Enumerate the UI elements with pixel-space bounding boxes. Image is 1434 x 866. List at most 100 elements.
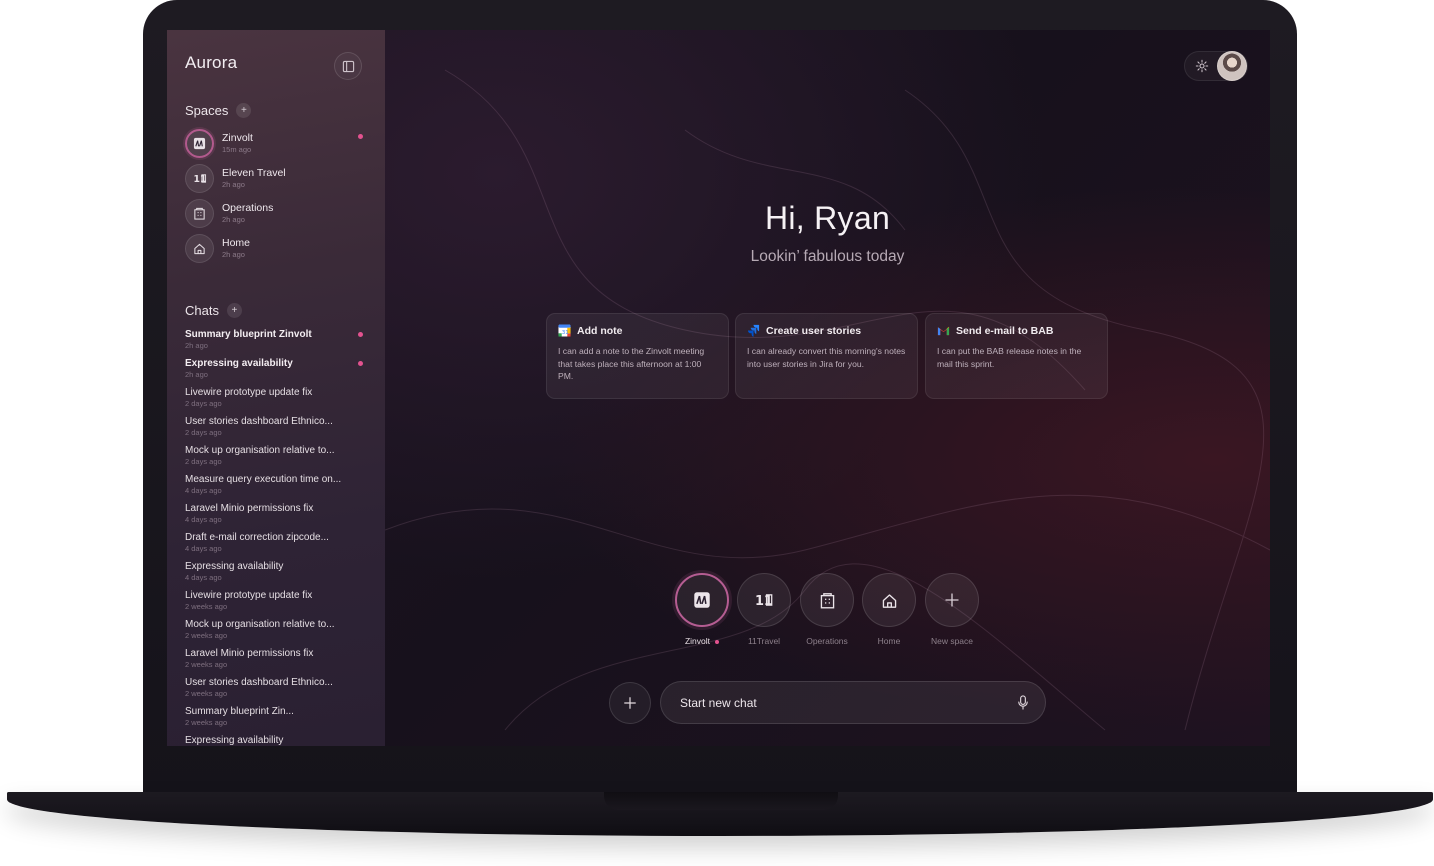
card-title: Add note bbox=[577, 324, 623, 337]
chat-list-item[interactable]: Draft e-mail correction zipcode... 4 day… bbox=[185, 531, 365, 554]
unread-dot bbox=[358, 332, 363, 337]
chat-title: Summary blueprint Zinvolt bbox=[185, 329, 312, 340]
app-screen: Aurora Spaces + Zinvolt 15m ago 11 Eleve… bbox=[167, 30, 1270, 746]
unread-dot bbox=[715, 639, 720, 644]
chat-time: 2h ago bbox=[185, 370, 208, 379]
chat-list-item[interactable]: Expressing availability 4 days ago bbox=[185, 560, 365, 583]
laptop-notch bbox=[604, 792, 838, 810]
chat-list-item[interactable]: Laravel Minio permissions fix 4 days ago bbox=[185, 502, 365, 525]
chat-list-item[interactable]: Summary blueprint Zinvolt 2h ago bbox=[185, 328, 365, 351]
sidebar-space-eleven-travel[interactable]: 11 Eleven Travel 2h ago bbox=[185, 163, 365, 193]
home-icon bbox=[185, 233, 214, 263]
chat-title: Expressing availability bbox=[185, 735, 284, 746]
chat-time: 2 weeks ago bbox=[185, 718, 228, 727]
chat-time: 2 days ago bbox=[185, 428, 222, 437]
chat-list-item[interactable]: Summary blueprint Zin... 2 weeks ago bbox=[185, 705, 365, 728]
building-icon bbox=[185, 198, 214, 228]
chat-time: 4 days ago bbox=[185, 573, 222, 582]
suggestion-card-create-user-stories[interactable]: Create user stories I can already conver… bbox=[735, 313, 918, 399]
chat-time: 4 days ago bbox=[185, 486, 222, 495]
chat-title: Expressing availability bbox=[185, 561, 284, 572]
svg-text:31: 31 bbox=[562, 330, 570, 336]
chat-list-item[interactable]: Measure query execution time on... 4 day… bbox=[185, 473, 365, 496]
new-space-button[interactable] bbox=[925, 573, 979, 627]
card-description: I can already convert this morning's not… bbox=[747, 346, 906, 369]
chat-title: Summary blueprint Zin... bbox=[185, 706, 294, 717]
space-bubble-home[interactable] bbox=[862, 573, 916, 627]
eleven-travel-icon: 11 bbox=[185, 163, 214, 193]
chat-time: 2 weeks ago bbox=[185, 602, 228, 611]
space-name: Eleven Travel bbox=[222, 166, 286, 179]
google-calendar-icon: 31 bbox=[558, 324, 571, 337]
zinvolt-icon bbox=[185, 128, 214, 158]
space-name: Zinvolt bbox=[222, 131, 253, 144]
app-brand: Aurora bbox=[185, 53, 238, 72]
gmail-icon bbox=[937, 326, 950, 336]
chat-list-item[interactable]: Livewire prototype update fix 2 days ago bbox=[185, 386, 365, 409]
suggestion-card-send-email[interactable]: Send e-mail to BAB I can put the BAB rel… bbox=[925, 313, 1108, 399]
spaces-heading: Spaces bbox=[185, 103, 229, 118]
chat-list-item[interactable]: User stories dashboard Ethnico... 2 days… bbox=[185, 415, 365, 438]
sidebar-space-home[interactable]: Home 2h ago bbox=[185, 233, 365, 263]
space-bubble-label: New space bbox=[930, 636, 974, 646]
sidebar-space-operations[interactable]: Operations 2h ago bbox=[185, 198, 365, 228]
plus-icon bbox=[945, 593, 959, 607]
chat-title: Mock up organisation relative to... bbox=[185, 445, 335, 456]
space-time: 2h ago bbox=[222, 249, 245, 259]
gear-icon bbox=[1195, 59, 1209, 73]
greeting-title: Hi, Ryan bbox=[764, 200, 891, 236]
plus-icon bbox=[624, 697, 636, 709]
sidebar-toggle-button[interactable] bbox=[334, 52, 362, 80]
home-icon bbox=[882, 593, 896, 608]
spaces-heading-row: Spaces + bbox=[185, 103, 252, 118]
attach-button[interactable] bbox=[609, 682, 651, 724]
space-bubble-11travel[interactable]: 11 bbox=[737, 573, 791, 627]
sidebar-space-zinvolt[interactable]: Zinvolt 15m ago bbox=[185, 128, 365, 158]
chat-list-item[interactable]: Mock up organisation relative to... 2 da… bbox=[185, 444, 365, 467]
add-space-button[interactable]: + bbox=[236, 103, 252, 118]
chat-time: 2 days ago bbox=[185, 457, 222, 466]
space-name: Home bbox=[222, 236, 251, 249]
zinvolt-icon bbox=[694, 592, 710, 608]
card-description: I can add a note to the Zinvolt meeting … bbox=[558, 346, 705, 381]
user-avatar[interactable] bbox=[1217, 51, 1247, 81]
chat-title: User stories dashboard Ethnico... bbox=[185, 416, 333, 427]
voice-input-button[interactable] bbox=[1015, 695, 1031, 711]
chat-list-item[interactable]: Expressing availability 2h ago bbox=[185, 357, 365, 380]
chat-list-item[interactable]: Livewire prototype update fix 2 weeks ag… bbox=[185, 589, 365, 612]
space-bubble-zinvolt[interactable] bbox=[675, 573, 729, 627]
chat-time: 2 weeks ago bbox=[185, 689, 228, 698]
account-controls bbox=[1184, 51, 1248, 81]
sidebar: Aurora Spaces + Zinvolt 15m ago 11 Eleve… bbox=[167, 30, 385, 746]
greeting-subtitle: Lookin’ fabulous today bbox=[750, 248, 905, 265]
chat-title: Expressing availability bbox=[185, 358, 293, 369]
microphone-icon bbox=[1018, 695, 1028, 710]
chat-list-item[interactable]: Mock up organisation relative to... 2 we… bbox=[185, 618, 365, 641]
space-bubble-operations[interactable] bbox=[800, 573, 854, 627]
chat-title: Livewire prototype update fix bbox=[185, 387, 313, 398]
settings-button[interactable] bbox=[1193, 57, 1211, 75]
chat-title: Livewire prototype update fix bbox=[185, 590, 313, 601]
svg-text:11: 11 bbox=[755, 594, 773, 609]
suggestion-card-add-note[interactable]: 31 Add note I can add a note to the Zinv… bbox=[546, 313, 729, 399]
building-icon bbox=[820, 592, 834, 608]
chat-title: Laravel Minio permissions fix bbox=[185, 503, 314, 514]
chat-time: 2 days ago bbox=[185, 399, 222, 408]
unread-dot bbox=[358, 361, 363, 366]
add-chat-button[interactable]: + bbox=[226, 303, 242, 318]
card-title: Send e-mail to BAB bbox=[956, 324, 1054, 337]
chat-list-item[interactable]: Laravel Minio permissions fix 2 weeks ag… bbox=[185, 647, 365, 670]
chat-list-item[interactable]: Expressing availability bbox=[185, 734, 365, 746]
space-time: 2h ago bbox=[222, 214, 245, 224]
chat-time: 2 weeks ago bbox=[185, 660, 228, 669]
chat-time: 4 days ago bbox=[185, 515, 222, 524]
chat-title: Draft e-mail correction zipcode... bbox=[185, 532, 329, 543]
eleven-travel-icon: 11 bbox=[755, 594, 773, 609]
new-chat-input[interactable] bbox=[680, 695, 1015, 710]
chat-list-item[interactable]: User stories dashboard Ethnico... 2 week… bbox=[185, 676, 365, 699]
sidebar-panel-icon bbox=[342, 60, 354, 72]
card-title: Create user stories bbox=[766, 324, 862, 337]
card-description: I can put the BAB release notes in the m… bbox=[937, 346, 1082, 369]
chat-time: 2 weeks ago bbox=[185, 631, 228, 640]
chat-title: Mock up organisation relative to... bbox=[185, 619, 335, 630]
